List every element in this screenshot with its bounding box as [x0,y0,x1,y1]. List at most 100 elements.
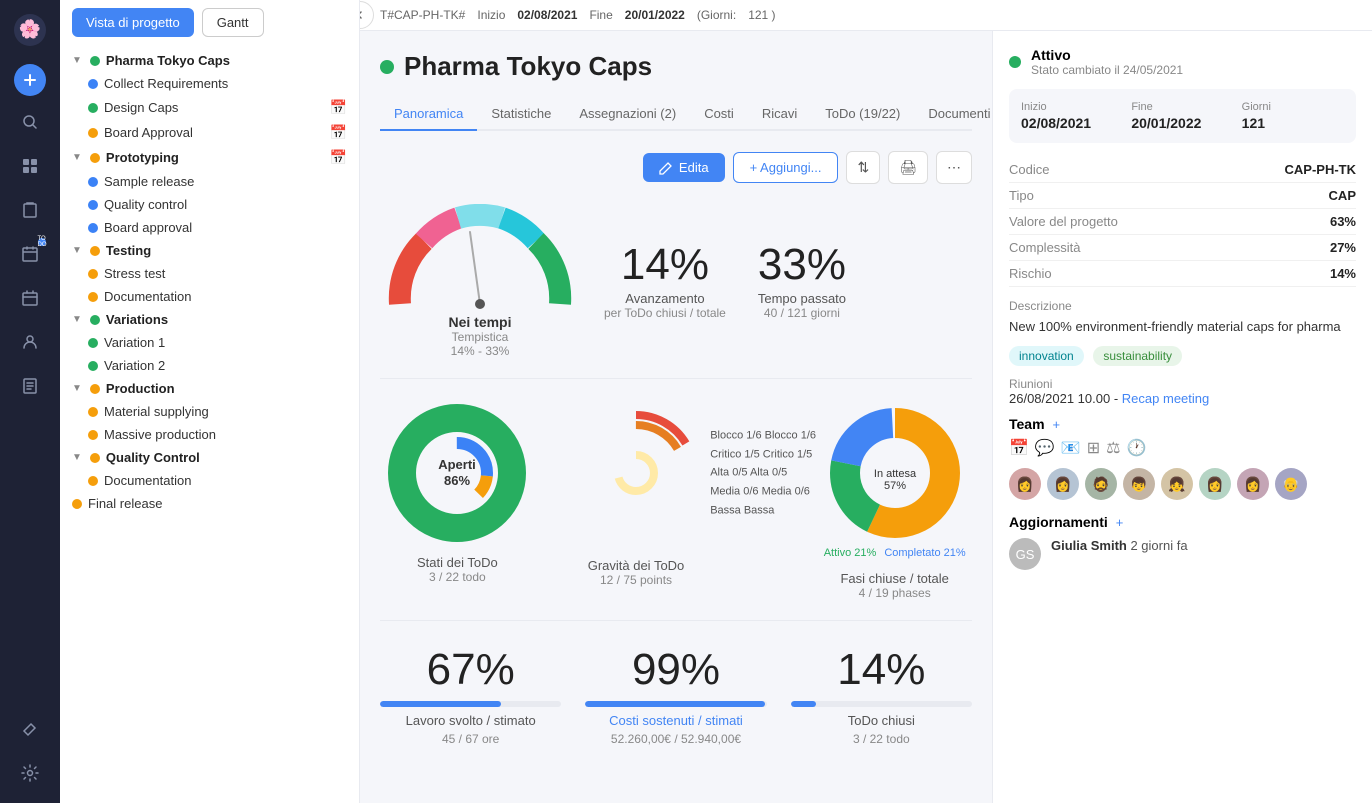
sidebar-item-quality-control[interactable]: ▼ Quality Control [60,446,359,469]
costi-label: Costi sostenuti / stimati [585,713,766,728]
sidebar-item-design-caps[interactable]: Design Caps 📅 [60,95,359,120]
rp-status-text: Attivo [1031,47,1183,63]
add-button[interactable]: + Aggiungi... [733,152,839,183]
rp-tipo-val: CAP [1329,188,1356,203]
sidebar-item-variation2[interactable]: Variation 2 [60,354,359,377]
lavoro-label: Lavoro svolto / stimato [380,713,561,728]
tab-statistiche[interactable]: Statistiche [477,98,565,131]
phases-sub: 4 / 19 phases [817,586,972,600]
right-panel: Attivo Stato cambiato il 24/05/2021 Iniz… [992,31,1372,803]
sidebar-item-quality-control-proto[interactable]: Quality control [60,193,359,216]
collapse-sidebar-button[interactable] [360,1,374,29]
sidebar-item-documentation2[interactable]: Documentation [60,469,359,492]
rp-rischio-label: Rischio [1009,266,1052,281]
sort-button[interactable]: ⇅ [846,151,880,184]
vista-progetto-button[interactable]: Vista di progetto [72,8,194,37]
svg-text:Aperti: Aperti [439,457,477,472]
tempo-label: Tempo passato [758,291,846,306]
nav-team-icon[interactable] [12,324,48,360]
edit-button[interactable]: Edita [643,153,725,182]
costi-value: 99% [585,645,766,695]
sidebar-item-material-supplying[interactable]: Material supplying [60,400,359,423]
calendar-tool-icon[interactable]: 📅 [1009,438,1029,458]
print-button[interactable]: 🖨 [888,151,928,184]
more-button[interactable]: ⋯ [936,151,972,184]
nav-settings-icon[interactable] [12,755,48,791]
phases-attivo: Attivo 21% [824,547,877,559]
tab-todo[interactable]: ToDo (19/22) [811,98,914,131]
rp-status-row: Attivo Stato cambiato il 24/05/2021 [1009,47,1356,77]
rp-desc-label: Descrizione [1009,299,1356,313]
sidebar-item-variation1[interactable]: Variation 1 [60,331,359,354]
sidebar-item-prototyping[interactable]: ▼ Prototyping 📅 [60,145,359,170]
dot-icon [90,453,100,463]
team-icons-row: 👩 👩 🧔 👦 👧 👩 👩 👴 [1009,468,1356,500]
tempo-sub: 40 / 121 giorni [758,306,846,320]
dot-icon [88,476,98,486]
collapse-icon: ▼ [72,245,82,256]
sidebar-item-massive-production[interactable]: Massive production [60,423,359,446]
team-add-button[interactable]: + [1053,417,1061,432]
nav-calendar2-icon[interactable] [12,280,48,316]
sidebar-item-production[interactable]: ▼ Production [60,377,359,400]
email-tool-icon[interactable]: 📧 [1061,438,1081,458]
balance-tool-icon[interactable]: ⚖ [1106,438,1120,458]
sidebar-item-label: Material supplying [104,404,347,419]
rp-complessita-row: Complessità 27% [1009,235,1356,261]
rp-meeting-link[interactable]: Recap meeting [1122,391,1209,406]
nav-tools-icon[interactable] [12,711,48,747]
sidebar-item-label: Quality control [104,197,347,212]
gantt-button[interactable]: Gantt [202,8,264,37]
sidebar-item-collect-req[interactable]: Collect Requirements [60,72,359,95]
avatar-0: 👩 [1009,468,1041,500]
sidebar-item-label: Quality Control [106,450,347,465]
sidebar-item-documentation[interactable]: Documentation [60,285,359,308]
nav-doc-icon[interactable] [12,368,48,404]
rp-valore-val: 63% [1330,214,1356,229]
tab-assegnazioni[interactable]: Assegnazioni (2) [565,98,690,131]
avanzamento-label: Avanzamento [604,291,726,306]
content-area: Pharma Tokyo Caps Panoramica Statistiche… [360,31,1372,803]
nav-add-icon[interactable] [14,64,46,96]
rp-start-item: Inizio 02/08/2021 [1021,101,1123,131]
costi-bar [585,701,765,707]
sidebar-item-pharma-tokyo[interactable]: ▼ Pharma Tokyo Caps [60,49,359,72]
nav-clipboard-icon[interactable] [12,192,48,228]
rp-status-dot [1009,56,1021,68]
edit-label: Edita [679,160,709,175]
center-panel: Pharma Tokyo Caps Panoramica Statistiche… [360,31,992,803]
avatar-3: 👦 [1123,468,1155,500]
gravity-legend-3: Media 0/6 Media 0/6 [710,482,816,501]
update-item-0: GS Giulia Smith 2 giorni fa [1009,538,1356,570]
updates-add-button[interactable]: + [1116,515,1124,530]
sidebar-item-stress-test[interactable]: Stress test [60,262,359,285]
avanzamento-value: 14% [604,243,726,287]
project-status-dot [380,60,394,74]
clock-tool-icon[interactable]: 🕐 [1127,438,1147,458]
sidebar-item-sample-release[interactable]: Sample release [60,170,359,193]
sidebar-item-variations[interactable]: ▼ Variations [60,308,359,331]
rp-tipo-row: Tipo CAP [1009,183,1356,209]
tab-costi[interactable]: Costi [690,98,748,131]
sidebar-item-board-approval[interactable]: Board Approval 📅 [60,120,359,145]
stats-grid: 14% Avanzamento per ToDo chiusi / totale… [604,243,972,320]
sidebar-tree: ▼ Pharma Tokyo Caps Collect Requirements… [60,45,359,519]
rp-valore-row: Valore del progetto 63% [1009,209,1356,235]
rp-end-item: Fine 20/01/2022 [1131,101,1233,131]
gravity-sub: 12 / 75 points [559,573,714,587]
sidebar-item-final-release[interactable]: Final release [60,492,359,515]
tab-ricavi[interactable]: Ricavi [748,98,811,131]
nav-calendar-icon[interactable]: TO DO [12,236,48,272]
dot-icon [88,177,98,187]
chat-tool-icon[interactable]: 💬 [1035,438,1055,458]
tab-documenti[interactable]: Documenti (5) [914,98,992,131]
header-days-value: 121 ) [748,8,775,22]
sidebar-item-testing[interactable]: ▼ Testing [60,239,359,262]
nav-search-icon[interactable] [12,104,48,140]
tab-panoramica[interactable]: Panoramica [380,98,477,131]
sidebar-item-board-approval2[interactable]: Board approval [60,216,359,239]
nav-grid-icon[interactable] [12,148,48,184]
rp-end-label: Fine [1131,101,1233,113]
grid-tool-icon[interactable]: ⊞ [1087,438,1100,458]
sidebar: Vista di progetto Gantt ▼ Pharma Tokyo C… [60,0,360,803]
